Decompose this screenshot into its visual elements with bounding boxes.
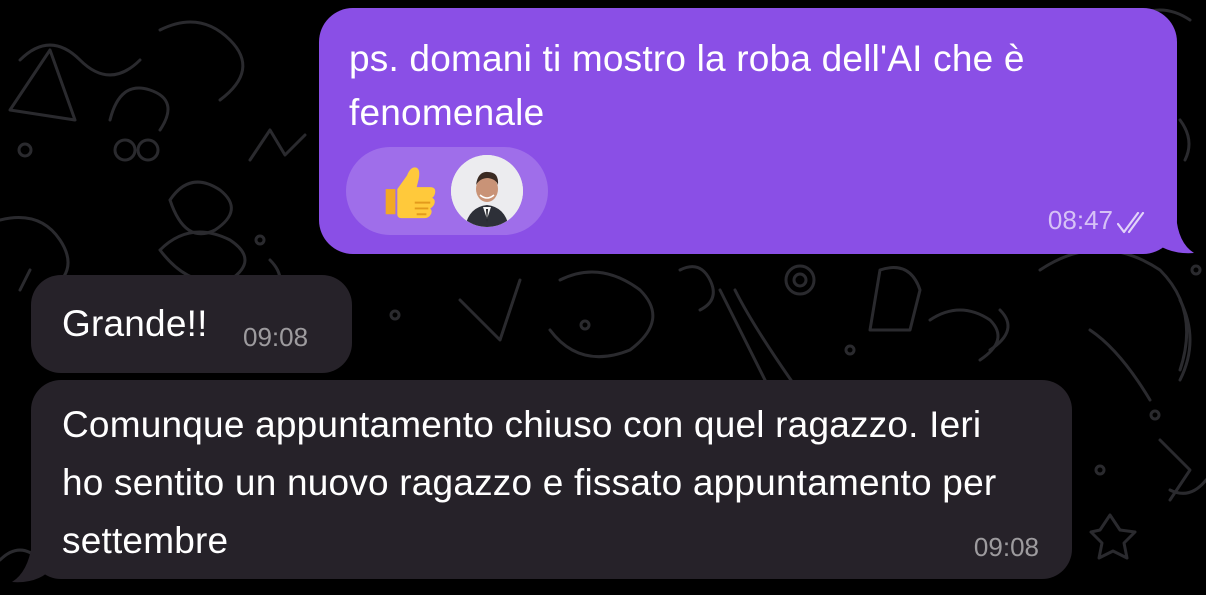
reaction-pill[interactable] [346, 147, 548, 235]
avatar[interactable] [451, 155, 523, 227]
incoming-message-time: 09:08 [243, 322, 309, 352]
double-check-icon [1117, 212, 1145, 234]
incoming-message-time: 09:08 [973, 532, 1039, 562]
incoming-message-text: Comunque appuntamento chiuso con quel ra… [62, 404, 997, 561]
outgoing-message-time: 08:47 [1047, 205, 1113, 235]
incoming-message-text: Grande!! [62, 303, 208, 344]
outgoing-message-text: ps. domani ti mostro la roba dell'AI che… [349, 38, 1025, 133]
outgoing-message-bubble[interactable]: ps. domani ti mostro la roba dell'AI che… [319, 8, 1177, 254]
incoming-message-bubble[interactable]: Grande!! 09:08 [31, 275, 352, 373]
outgoing-bubble-tail [1150, 215, 1194, 254]
incoming-message-bubble[interactable]: Comunque appuntamento chiuso con quel ra… [31, 380, 1072, 579]
incoming-bubble-tail [12, 544, 54, 583]
thumbs-up-icon [385, 167, 436, 219]
avatar-image [451, 155, 523, 227]
